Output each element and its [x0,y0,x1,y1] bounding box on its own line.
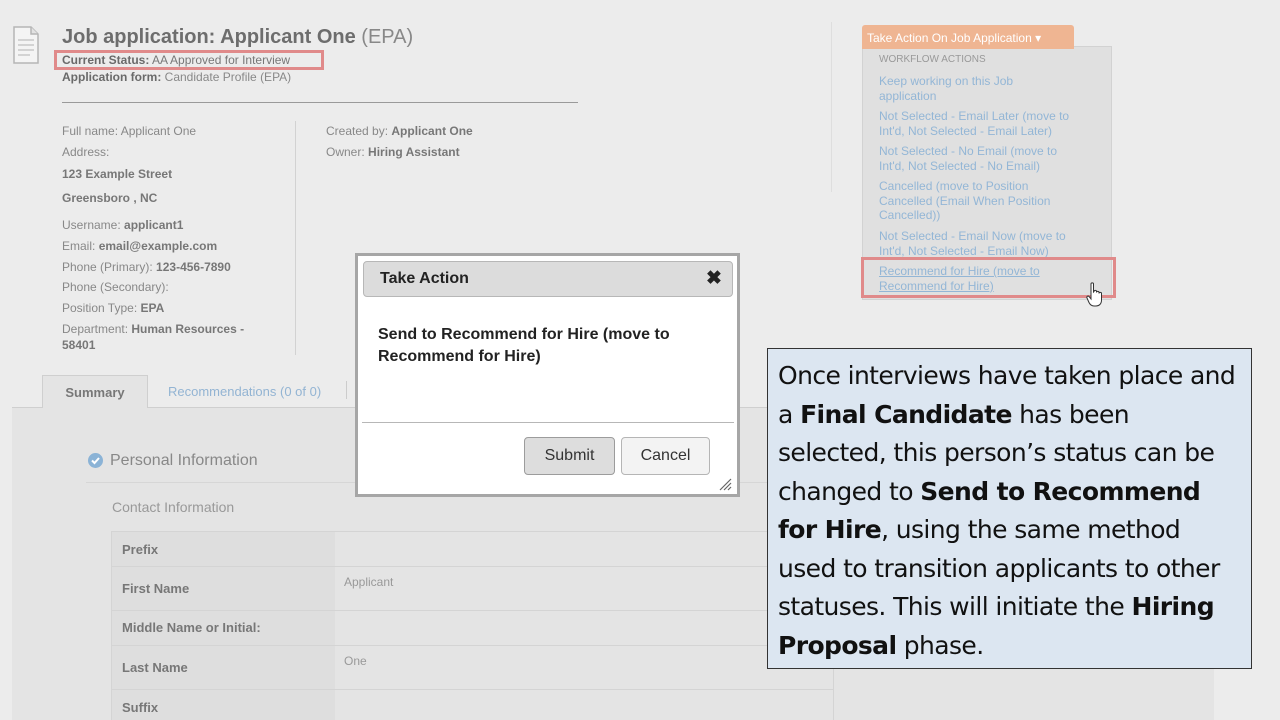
address-line1: 123 Example Street [62,166,172,182]
resize-grip-icon[interactable] [718,477,732,491]
dialog-message: Send to Recommend for Hire (move to Reco… [378,326,670,365]
department-value: Human Resources - [131,322,245,336]
action-divider [831,22,832,192]
menu-item-line: application [879,88,937,103]
address-line2: Greensboro , NC [62,190,157,206]
row-value[interactable]: Applicant [344,575,393,589]
status-highlight-box [54,50,324,70]
department-code-value: 58401 [62,338,96,352]
menu-item-line: Not Selected - No Email (move to [879,144,1058,158]
row-label: Prefix [112,532,335,566]
take-action-button[interactable]: Take Action On Job Application ▾ [862,25,1074,49]
phone-primary-label: Phone (Primary): [62,260,153,274]
table-row: Middle Name or Initial: [111,610,834,646]
address-line1-value: 123 Example Street [62,167,173,181]
row-value[interactable]: One [344,654,367,668]
username-value: applicant1 [124,218,184,232]
position-type-row: Position Type: EPA [62,300,164,316]
username-label: Username: [62,218,121,232]
email-value: email@example.com [98,239,218,253]
position-type-value: EPA [140,301,165,315]
dialog-title: Take Action [380,270,469,287]
owner-row: Owner: Hiring Assistant [326,144,460,160]
menu-item-not-selected-email-now[interactable]: Not Selected - Email Now (move to Int'd,… [879,229,1099,258]
created-by-row: Created by: Applicant One [326,123,473,139]
header-divider [62,102,578,103]
table-row: Suffix [111,689,834,720]
owner-label: Owner: [326,145,365,159]
application-form-value: Candidate Profile (EPA) [164,70,292,84]
created-by-value: Applicant One [391,124,473,138]
document-icon [13,26,39,64]
menu-item-not-selected-no-email[interactable]: Not Selected - No Email (move to Int'd, … [879,144,1099,173]
department-label: Department: [62,322,129,336]
created-by-label: Created by: [326,124,389,138]
tab-divider [346,381,347,399]
full-name-label: Full name: [62,124,119,138]
details-divider [295,121,296,355]
owner-value: Hiring Assistant [368,145,460,159]
application-form: Application form: Candidate Profile (EPA… [62,70,291,84]
contact-form-table: Prefix First Name Applicant Middle Name … [111,531,834,720]
close-icon[interactable]: ✖ [706,267,722,290]
menu-item-line: Cancelled (Email When Position [879,193,1051,208]
department-row: Department: Human Resources - [62,321,244,337]
department-code: 58401 [62,337,95,353]
dialog-divider [362,422,734,423]
menu-item-line: Not Selected - Email Later (move to [879,109,1070,123]
table-row: First Name Applicant [111,566,834,611]
full-name-value: Applicant One [120,124,197,138]
menu-item-line: Cancelled)) [879,208,941,222]
callout-text: phase. [896,630,984,660]
phone-secondary-label: Phone (Secondary): [62,280,169,294]
menu-item-line: Not Selected - Email Now (move to [879,229,1066,243]
page-title: Job application: Applicant One (EPA) [62,26,413,49]
workflow-actions-header: WORKFLOW ACTIONS [879,54,986,65]
checkmark-icon [88,453,103,468]
table-row: Last Name One [111,645,834,690]
address-line2-value: Greensboro , NC [62,191,158,205]
row-label: First Name [112,567,335,610]
menu-item-cancelled[interactable]: Cancelled (move to Position Cancelled (E… [879,179,1099,223]
menu-item-line: Int'd, Not Selected - No Email) [879,158,1041,173]
table-row: Prefix [111,531,834,567]
page-title-main: Job application: Applicant One [62,26,356,48]
application-form-label: Application form: [62,70,162,84]
menu-item-line: Int'd, Not Selected - Email Now) [879,243,1049,258]
instruction-callout: Once interviews have taken place and a F… [767,348,1252,669]
email-label: Email: [62,239,96,253]
callout-emphasis: Final Candidate [800,399,1012,429]
menu-item-not-selected-email-later[interactable]: Not Selected - Email Later (move to Int'… [879,109,1099,138]
submit-button[interactable]: Submit [524,437,615,475]
email-row: Email: email@example.com [62,238,217,254]
username-row: Username: applicant1 [62,217,183,233]
tab-recommendations[interactable]: Recommendations (0 of 0) [168,384,321,399]
menu-item-line: Cancelled (move to Position [879,179,1029,193]
menu-item-line: Int'd, Not Selected - Email Later) [879,123,1053,138]
row-label: Suffix [112,690,335,720]
menu-item-line: Keep working on this Job [879,74,1014,88]
contact-information-title: Contact Information [112,499,235,515]
recommend-highlight-box [861,257,1116,298]
row-label: Last Name [112,646,335,689]
full-name-row: Full name: Applicant One [62,123,196,139]
address-label: Address: [62,145,110,159]
menu-item-keep-working[interactable]: Keep working on this Job application [879,74,1099,103]
page-title-suffix: (EPA) [361,26,414,48]
row-label: Middle Name or Initial: [112,611,335,645]
phone-primary-row: Phone (Primary): 123-456-7890 [62,259,231,275]
phone-primary-value: 123-456-7890 [156,260,231,274]
cancel-button[interactable]: Cancel [621,437,710,475]
tab-summary[interactable]: Summary [42,375,148,408]
position-type-label: Position Type: [62,301,138,315]
personal-information-title: Personal Information [110,452,258,469]
hand-cursor-icon [1086,282,1102,307]
